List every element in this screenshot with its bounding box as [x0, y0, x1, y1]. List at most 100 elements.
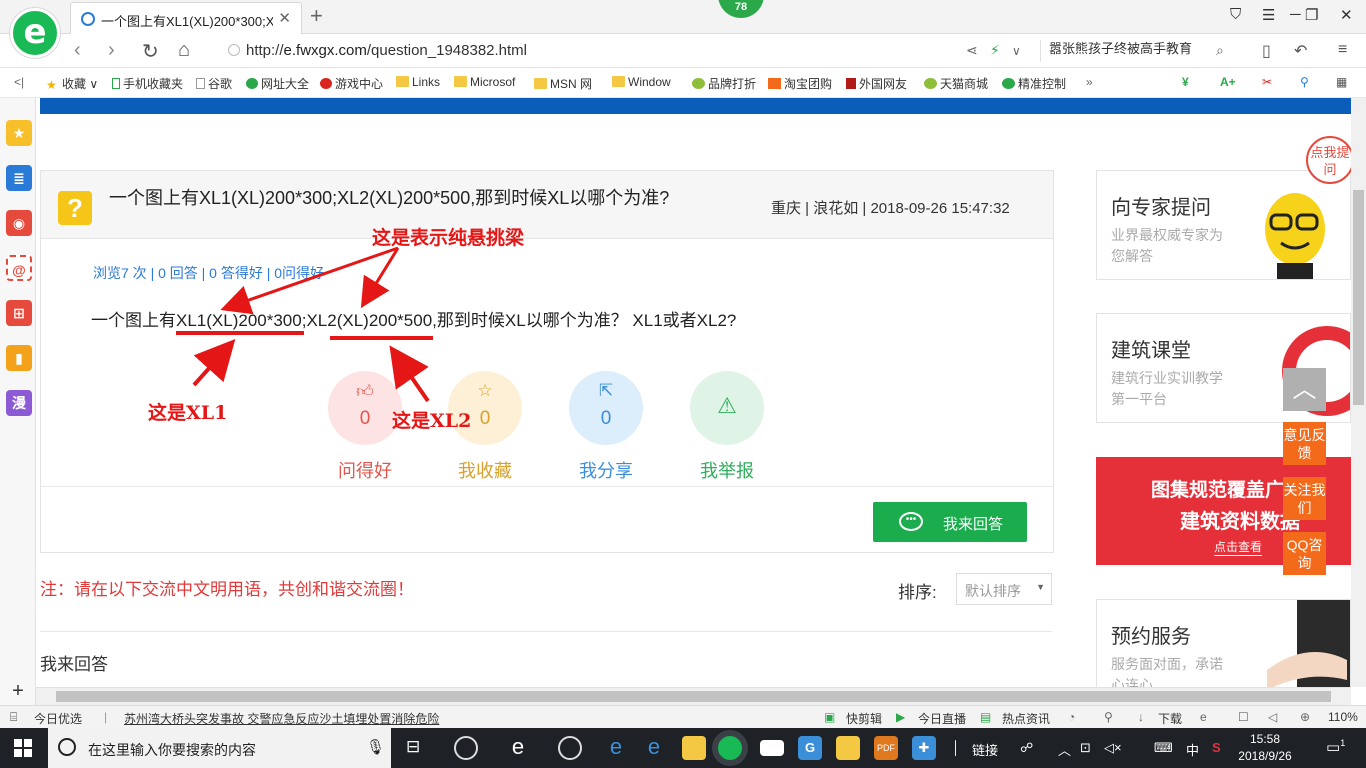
search-icon[interactable]: ⌕ — [1216, 42, 1224, 59]
mute-icon[interactable]: ◁ — [1268, 710, 1277, 724]
keyboard-icon[interactable]: ⌨ — [1154, 740, 1173, 756]
search-input[interactable]: 嚣张熊孩子终被高手教育 — [1040, 40, 1235, 62]
task-view-icon[interactable]: ⊟ — [406, 737, 420, 757]
shield-icon[interactable]: ¥ — [1182, 75, 1189, 89]
vertical-scrollbar[interactable] — [1351, 98, 1366, 687]
back-icon[interactable]: ‹ — [74, 39, 81, 62]
edge-app-icon[interactable]: e — [604, 736, 628, 760]
chrome-like-app-icon[interactable] — [558, 736, 582, 760]
quick-clip[interactable]: 快剪辑 — [846, 710, 882, 727]
ie-app-icon[interactable]: e — [642, 736, 666, 760]
url-path: /question_1948382.html — [366, 42, 528, 59]
notification-center-icon[interactable]: ▭1 — [1326, 738, 1345, 756]
bookmark-favorites[interactable]: ★ 收藏 ∨ — [46, 75, 98, 92]
list-icon[interactable]: ≣ — [6, 165, 32, 191]
network-icon[interactable]: ⊡ — [1080, 740, 1091, 756]
chevron-down-icon[interactable]: ∨ — [1012, 44, 1021, 58]
people-icon[interactable]: ☍ — [1020, 740, 1033, 756]
add-sidebar-icon[interactable]: + — [0, 680, 36, 705]
cortana-icon[interactable] — [58, 738, 76, 756]
site-info-icon[interactable] — [228, 44, 240, 56]
plus-app-icon[interactable]: ✚ — [912, 736, 936, 760]
links-toolbar[interactable]: 链接 — [972, 740, 998, 759]
ie-icon[interactable]: e — [1200, 710, 1207, 724]
active-browser-app-icon[interactable] — [718, 736, 742, 760]
notes-app-icon[interactable] — [836, 736, 860, 760]
zoom-level[interactable]: 110% — [1328, 710, 1358, 724]
grid-menu-icon[interactable]: ▦ — [1336, 75, 1347, 89]
pin-icon[interactable]: ⚲ — [1104, 710, 1113, 724]
scissors-icon[interactable]: ✂ — [1262, 75, 1272, 89]
fan-app-icon[interactable] — [454, 736, 478, 760]
share-icon[interactable]: ⋖ — [966, 42, 978, 59]
translate-icon[interactable]: A+ — [1220, 75, 1236, 89]
download-link[interactable]: 下载 — [1158, 710, 1182, 727]
address-bar[interactable]: http://e.fwxgx.com/question_1948382.html — [228, 40, 963, 62]
bookmark-foreign[interactable]: 外国网友 — [846, 75, 907, 92]
bookmark-hao[interactable]: 网址大全 — [246, 75, 309, 92]
bookmark-precise[interactable]: 精准控制 — [1002, 75, 1066, 92]
forward-icon[interactable]: › — [108, 39, 115, 62]
lightning-icon[interactable]: ⚡ — [990, 42, 1000, 59]
microphone-icon[interactable]: 🎙︎ — [366, 738, 385, 756]
comic-icon[interactable]: 漫 — [6, 390, 32, 416]
tray-chevron-icon[interactable]: ︿ — [1058, 740, 1071, 759]
speed-icon[interactable]: ◔ — [1068, 710, 1075, 724]
book-icon[interactable]: ▮ — [6, 345, 32, 371]
restore-button[interactable]: ❐ — [1305, 6, 1318, 24]
vertical-scroll-thumb[interactable] — [1353, 190, 1364, 405]
g-app-icon[interactable]: G — [798, 736, 822, 760]
mail-app-icon[interactable] — [760, 740, 784, 756]
bookmark-tmall[interactable]: 天猫商城 — [924, 75, 988, 92]
explorer-app-icon[interactable] — [682, 736, 706, 760]
close-tab-icon[interactable]: ✕ — [278, 9, 291, 27]
speed-badge[interactable]: 78 — [718, 0, 764, 18]
ie-e-app-icon[interactable]: e — [506, 736, 530, 760]
bookmark-games[interactable]: 游戏中心 — [320, 75, 383, 92]
system-clock[interactable]: 15:58 2018/9/26 — [1230, 731, 1300, 765]
menu-icon[interactable]: ☰ — [1262, 6, 1275, 24]
hot-news-link[interactable]: 热点资讯 — [1002, 710, 1050, 727]
pdf-app-icon[interactable]: PDF — [874, 736, 898, 760]
bookmark-msn[interactable]: MSN 网 — [534, 75, 592, 92]
more-bookmarks-icon[interactable]: » — [1086, 75, 1093, 89]
more-menu-icon[interactable]: ≡ — [1338, 41, 1347, 59]
close-window-button[interactable]: ✕ — [1340, 6, 1353, 24]
taskbar-search-input[interactable]: 在这里输入你要搜索的内容 🎙︎ — [48, 728, 391, 768]
tab-title: 一个图上有XL1(XL)200*300;XL2(XL)200*500,那到时候X… — [101, 14, 273, 29]
bookmark-google[interactable]: 谷歌 — [196, 75, 232, 92]
minimize-button[interactable]: ─ — [1290, 6, 1301, 23]
shirt-skin-icon[interactable]: ⛉ — [1230, 6, 1241, 23]
horizontal-scroll-thumb[interactable] — [56, 691, 1331, 702]
browser-tab[interactable]: 一个图上有XL1(XL)200*300;XL2(XL)200*500,那到时候X… — [70, 2, 302, 34]
zoom-icon[interactable]: ⊕ — [1300, 710, 1310, 724]
magnifier-icon[interactable]: ⚲ — [1300, 75, 1309, 89]
browser-logo-icon[interactable]: e — [10, 8, 60, 58]
window-icon[interactable]: ☐ — [1238, 710, 1249, 724]
home-icon[interactable]: ⌂ — [178, 39, 190, 62]
clock-time: 15:58 — [1249, 732, 1281, 746]
weibo-icon[interactable]: ◉ — [6, 210, 32, 236]
refresh-icon[interactable]: ↻ — [142, 39, 159, 64]
bookmark-brand-sale[interactable]: 品牌打折 — [692, 75, 756, 92]
horizontal-scrollbar[interactable] — [36, 687, 1351, 705]
favorites-star-icon[interactable]: ★ — [6, 120, 32, 146]
game-icon[interactable]: ⊞ — [6, 300, 32, 326]
ime-indicator[interactable]: 中 — [1186, 740, 1199, 759]
bookmark-microsoft[interactable]: Microsof — [454, 75, 515, 89]
bookmark-taobao[interactable]: 淘宝团购 — [768, 75, 832, 92]
collapse-sidebar-icon[interactable]: <| — [14, 75, 24, 89]
live-link[interactable]: 今日直播 — [918, 710, 966, 727]
windows-start-icon[interactable] — [14, 739, 32, 757]
bookmark-mobile[interactable]: 手机收藏夹 — [112, 75, 183, 92]
today-pick[interactable]: 今日优选 — [34, 710, 82, 727]
sogou-icon[interactable]: S — [1212, 740, 1221, 755]
email-icon[interactable]: @ — [6, 255, 32, 281]
bookmark-windows[interactable]: Window — [612, 75, 671, 89]
volume-icon[interactable]: ◁× — [1104, 740, 1122, 756]
news-headline[interactable]: 苏州湾大桥头突发事故 交警应急反应沙土填埋处置消除危险 — [124, 710, 439, 727]
phone-icon[interactable]: ▯ — [1262, 41, 1271, 61]
undo-icon[interactable]: ↶ — [1294, 41, 1307, 61]
bookmark-links[interactable]: Links — [396, 75, 440, 89]
new-tab-button[interactable]: + — [310, 3, 323, 29]
